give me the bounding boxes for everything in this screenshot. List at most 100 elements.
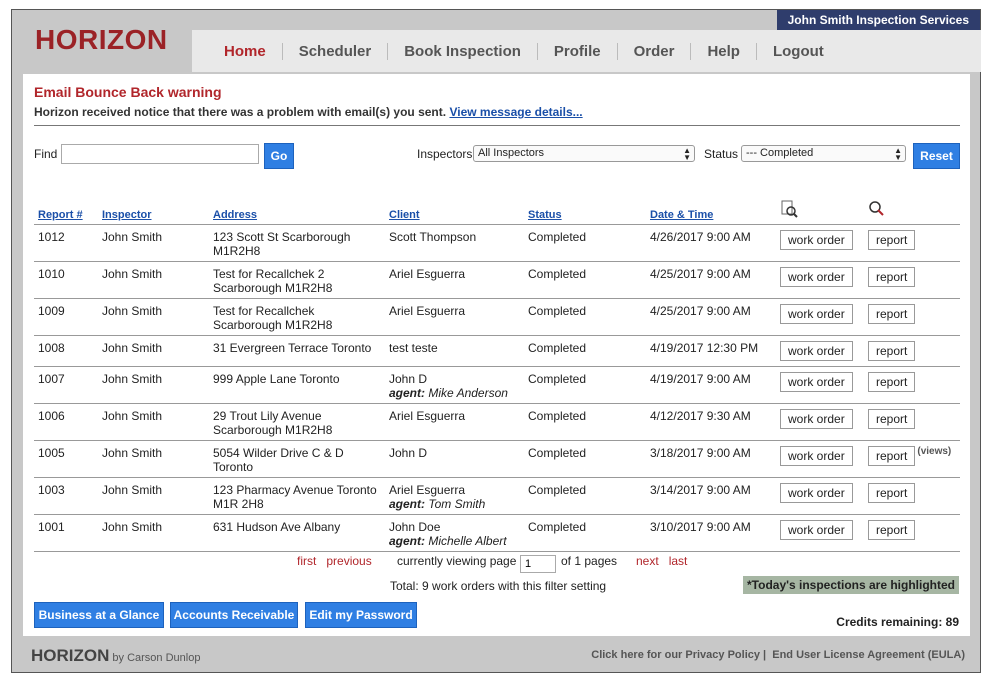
work-order-button[interactable]: work order xyxy=(780,229,853,250)
main-nav: Home Scheduler Book Inspection Profile O… xyxy=(192,30,981,72)
sort-status[interactable]: Status xyxy=(528,209,562,221)
sort-report-number[interactable]: Report # xyxy=(38,209,83,221)
work-orders-table: Report # Inspector Address Client Status… xyxy=(34,190,960,552)
previous-link[interactable]: previous xyxy=(326,554,371,568)
date-time: 4/19/2017 12:30 PM xyxy=(646,335,776,367)
table-row: 1003 John Smith 123 Pharmacy Avenue Toront… xyxy=(34,477,960,515)
inspector-name: John Smith xyxy=(98,366,209,404)
work-order-button[interactable]: work order xyxy=(780,303,853,324)
agent-name: Mike Anderson xyxy=(428,385,508,400)
work-order-button[interactable]: work order xyxy=(780,445,853,466)
work-order-button[interactable]: work order xyxy=(780,340,853,361)
report-number: 1007 xyxy=(34,366,98,404)
views-link[interactable]: (views) xyxy=(917,446,951,457)
work-order-button[interactable]: work order xyxy=(780,408,853,429)
next-link[interactable]: next xyxy=(636,554,659,568)
status: Completed xyxy=(524,366,646,404)
work-order-button[interactable]: work order xyxy=(780,371,853,392)
work-order-button[interactable]: work order xyxy=(780,266,853,287)
privacy-policy-link[interactable]: Click here for our Privacy Policy xyxy=(591,649,760,661)
report-button[interactable]: report xyxy=(868,303,916,324)
date-time: 4/19/2017 9:00 AM xyxy=(646,366,776,404)
inspector-name: John Smith xyxy=(98,514,209,552)
report-button[interactable]: report xyxy=(868,519,916,540)
client-cell: Ariel Esguerra xyxy=(385,403,524,441)
client-name: John Doe xyxy=(389,519,441,534)
table-row: 1008 John Smith 31 Evergreen Terrace Toron… xyxy=(34,335,960,367)
report-button[interactable]: report xyxy=(868,482,916,503)
nav-order[interactable]: Order xyxy=(618,42,692,60)
nav-scheduler[interactable]: Scheduler xyxy=(283,42,389,60)
report-number: 1001 xyxy=(34,514,98,552)
go-button[interactable]: Go xyxy=(264,143,294,169)
reset-button[interactable]: Reset xyxy=(913,143,960,169)
address: 5054 Wilder Drive C & D Toronto xyxy=(209,440,385,478)
client-cell: Ariel Esguerra xyxy=(385,298,524,336)
agent-line: agent: Michelle Albert xyxy=(389,533,507,548)
report-number: 1006 xyxy=(34,403,98,441)
page-number-input[interactable] xyxy=(520,555,556,573)
report-button[interactable]: report xyxy=(868,408,916,429)
nav-logout[interactable]: Logout xyxy=(757,43,840,60)
address: 123 Pharmacy Avenue Toronto M1R 2H8 xyxy=(209,477,385,515)
status-label: Status xyxy=(704,147,739,161)
agent-name: Tom Smith xyxy=(428,496,486,511)
last-link[interactable]: last xyxy=(669,554,688,568)
report-number: 1009 xyxy=(34,298,98,336)
total-count: Total: 9 work orders with this filter se… xyxy=(390,579,607,593)
client-cell: Scott Thompson xyxy=(385,224,524,262)
report-button[interactable]: report xyxy=(868,445,916,466)
main-panel: Email Bounce Back warning Horizon receiv… xyxy=(23,74,970,636)
accounts-receivable-button[interactable]: Accounts Receivable xyxy=(170,602,298,628)
report-button[interactable]: report xyxy=(868,229,916,250)
eula-link[interactable]: End User License Agreement (EULA) xyxy=(772,649,965,661)
address: 999 Apple Lane Toronto xyxy=(209,366,385,404)
status: Completed xyxy=(524,440,646,478)
work-order-button[interactable]: work order xyxy=(780,519,853,540)
select-arrows-icon: ▲ ▼ xyxy=(894,146,902,162)
highlight-note: *Today's inspections are highlighted xyxy=(743,576,959,594)
inspector-name: John Smith xyxy=(98,335,209,367)
sort-client[interactable]: Client xyxy=(389,209,420,221)
agent-line: agent: Tom Smith xyxy=(389,496,486,511)
client-cell: John D xyxy=(385,440,524,478)
table-row: 1006 John Smith 29 Trout Lily Avenue Scarb… xyxy=(34,403,960,441)
table-row: 1005 John Smith 5054 Wilder Drive C & D To… xyxy=(34,440,960,478)
table-row: 1009 John Smith Test for Recallchek Scarbo… xyxy=(34,298,960,336)
address: 31 Evergreen Terrace Toronto xyxy=(209,335,385,367)
nav-help[interactable]: Help xyxy=(691,42,757,60)
divider xyxy=(34,125,960,126)
status: Completed xyxy=(524,477,646,515)
nav-book-inspection[interactable]: Book Inspection xyxy=(388,42,538,60)
status: Completed xyxy=(524,261,646,299)
horizon-logo[interactable]: HORIZON xyxy=(35,24,168,56)
sort-date-time[interactable]: Date & Time xyxy=(650,209,713,221)
work-order-button[interactable]: work order xyxy=(780,482,853,503)
report-button[interactable]: report xyxy=(868,266,916,287)
inspector-name: John Smith xyxy=(98,477,209,515)
inspector-name: John Smith xyxy=(98,261,209,299)
date-time: 3/10/2017 9:00 AM xyxy=(646,514,776,552)
client-name: Scott Thompson xyxy=(389,229,477,244)
status-select[interactable]: --- Completed ▲ ▼ xyxy=(741,145,906,162)
nav-home[interactable]: Home xyxy=(208,42,283,60)
date-time: 4/25/2017 9:00 AM xyxy=(646,298,776,336)
sort-inspector[interactable]: Inspector xyxy=(102,209,152,221)
nav-profile[interactable]: Profile xyxy=(538,42,618,60)
first-link[interactable]: first xyxy=(297,554,316,568)
view-message-details-link[interactable]: View message details... xyxy=(449,105,582,119)
report-number: 1008 xyxy=(34,335,98,367)
report-button[interactable]: report xyxy=(868,371,916,392)
sort-address[interactable]: Address xyxy=(213,209,257,221)
pager-first-previous: first previous xyxy=(297,554,372,568)
footer-logo: HORIZON by Carson Dunlop xyxy=(31,646,201,665)
magnifier-report-icon xyxy=(869,200,884,216)
business-at-a-glance-button[interactable]: Business at a Glance xyxy=(34,602,164,628)
client-name: John D xyxy=(389,445,428,460)
find-input[interactable] xyxy=(61,144,259,164)
edit-password-button[interactable]: Edit my Password xyxy=(305,602,417,628)
inspectors-select[interactable]: All Inspectors ▲ ▼ xyxy=(473,145,695,162)
report-button[interactable]: report xyxy=(868,340,916,361)
inspector-name: John Smith xyxy=(98,224,209,262)
client-cell: Ariel Esguerra xyxy=(385,261,524,299)
